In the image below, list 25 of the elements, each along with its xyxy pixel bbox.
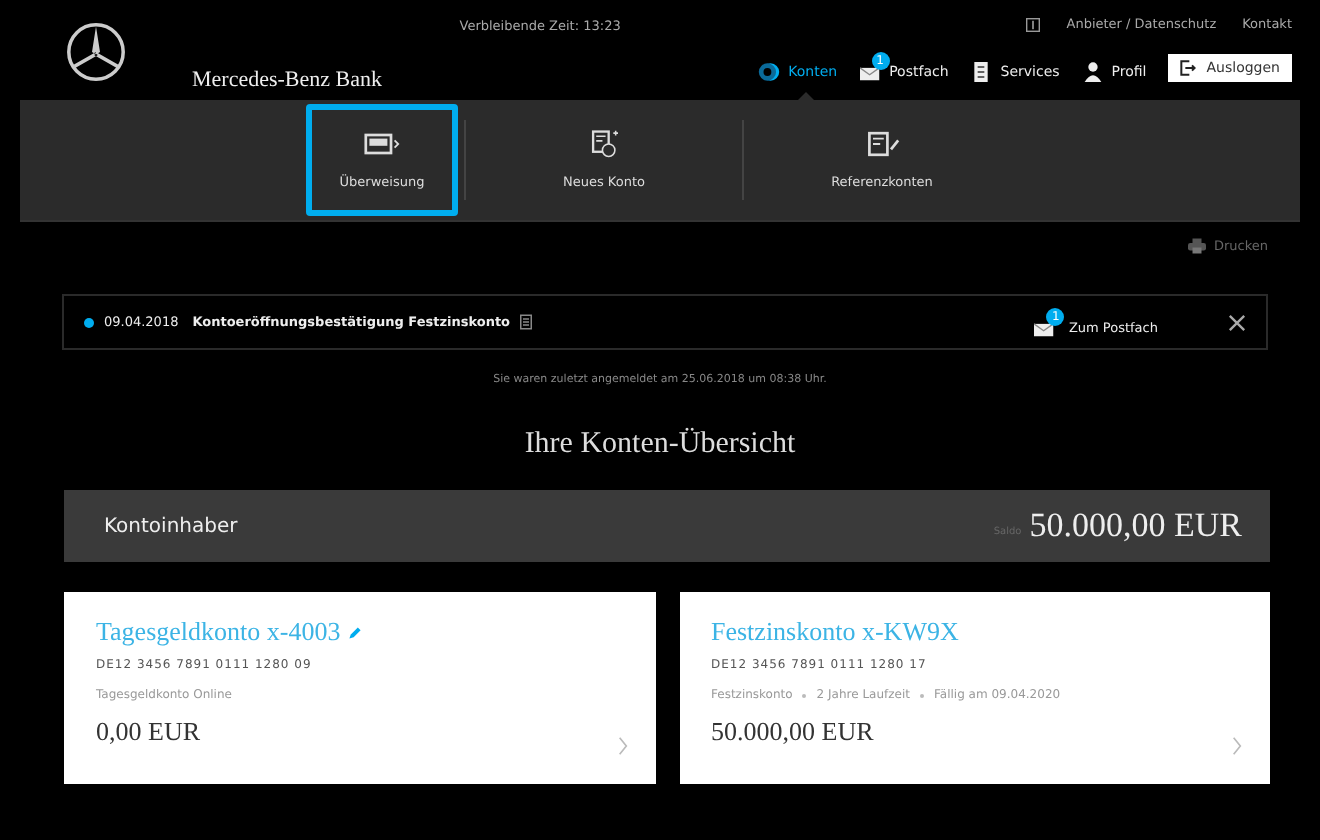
pencil-icon[interactable] [348,625,363,639]
document-edit-icon [864,130,900,158]
document-icon [970,62,993,82]
info-icon [1026,17,1041,31]
person-icon [1081,62,1104,82]
close-icon[interactable] [1228,313,1246,331]
screen-icon [364,130,400,158]
page-heading: Ihre Konten-Übersicht [522,428,798,462]
mail-icon [859,62,882,82]
document-icon [520,314,533,330]
coin-icon [758,62,781,82]
brand-name: Mercedes-Benz Bank [192,68,382,92]
account-balance: 50.000,00 EUR [711,716,876,748]
new-document-icon [586,130,622,158]
account-balance: 0,00 EUR [96,716,202,748]
separator-dot [920,693,924,697]
separator-dot [802,693,807,697]
star-logo-icon[interactable] [64,20,128,84]
logout-icon [1180,59,1197,75]
chevron-right-icon [1232,736,1242,756]
owner-label: Kontoinhaber [104,515,238,537]
printer-icon [1187,238,1206,254]
saldo-amount: 50.000,00 EUR [1029,506,1242,546]
mail-icon [1034,317,1057,337]
chevron-right-icon [617,736,627,756]
